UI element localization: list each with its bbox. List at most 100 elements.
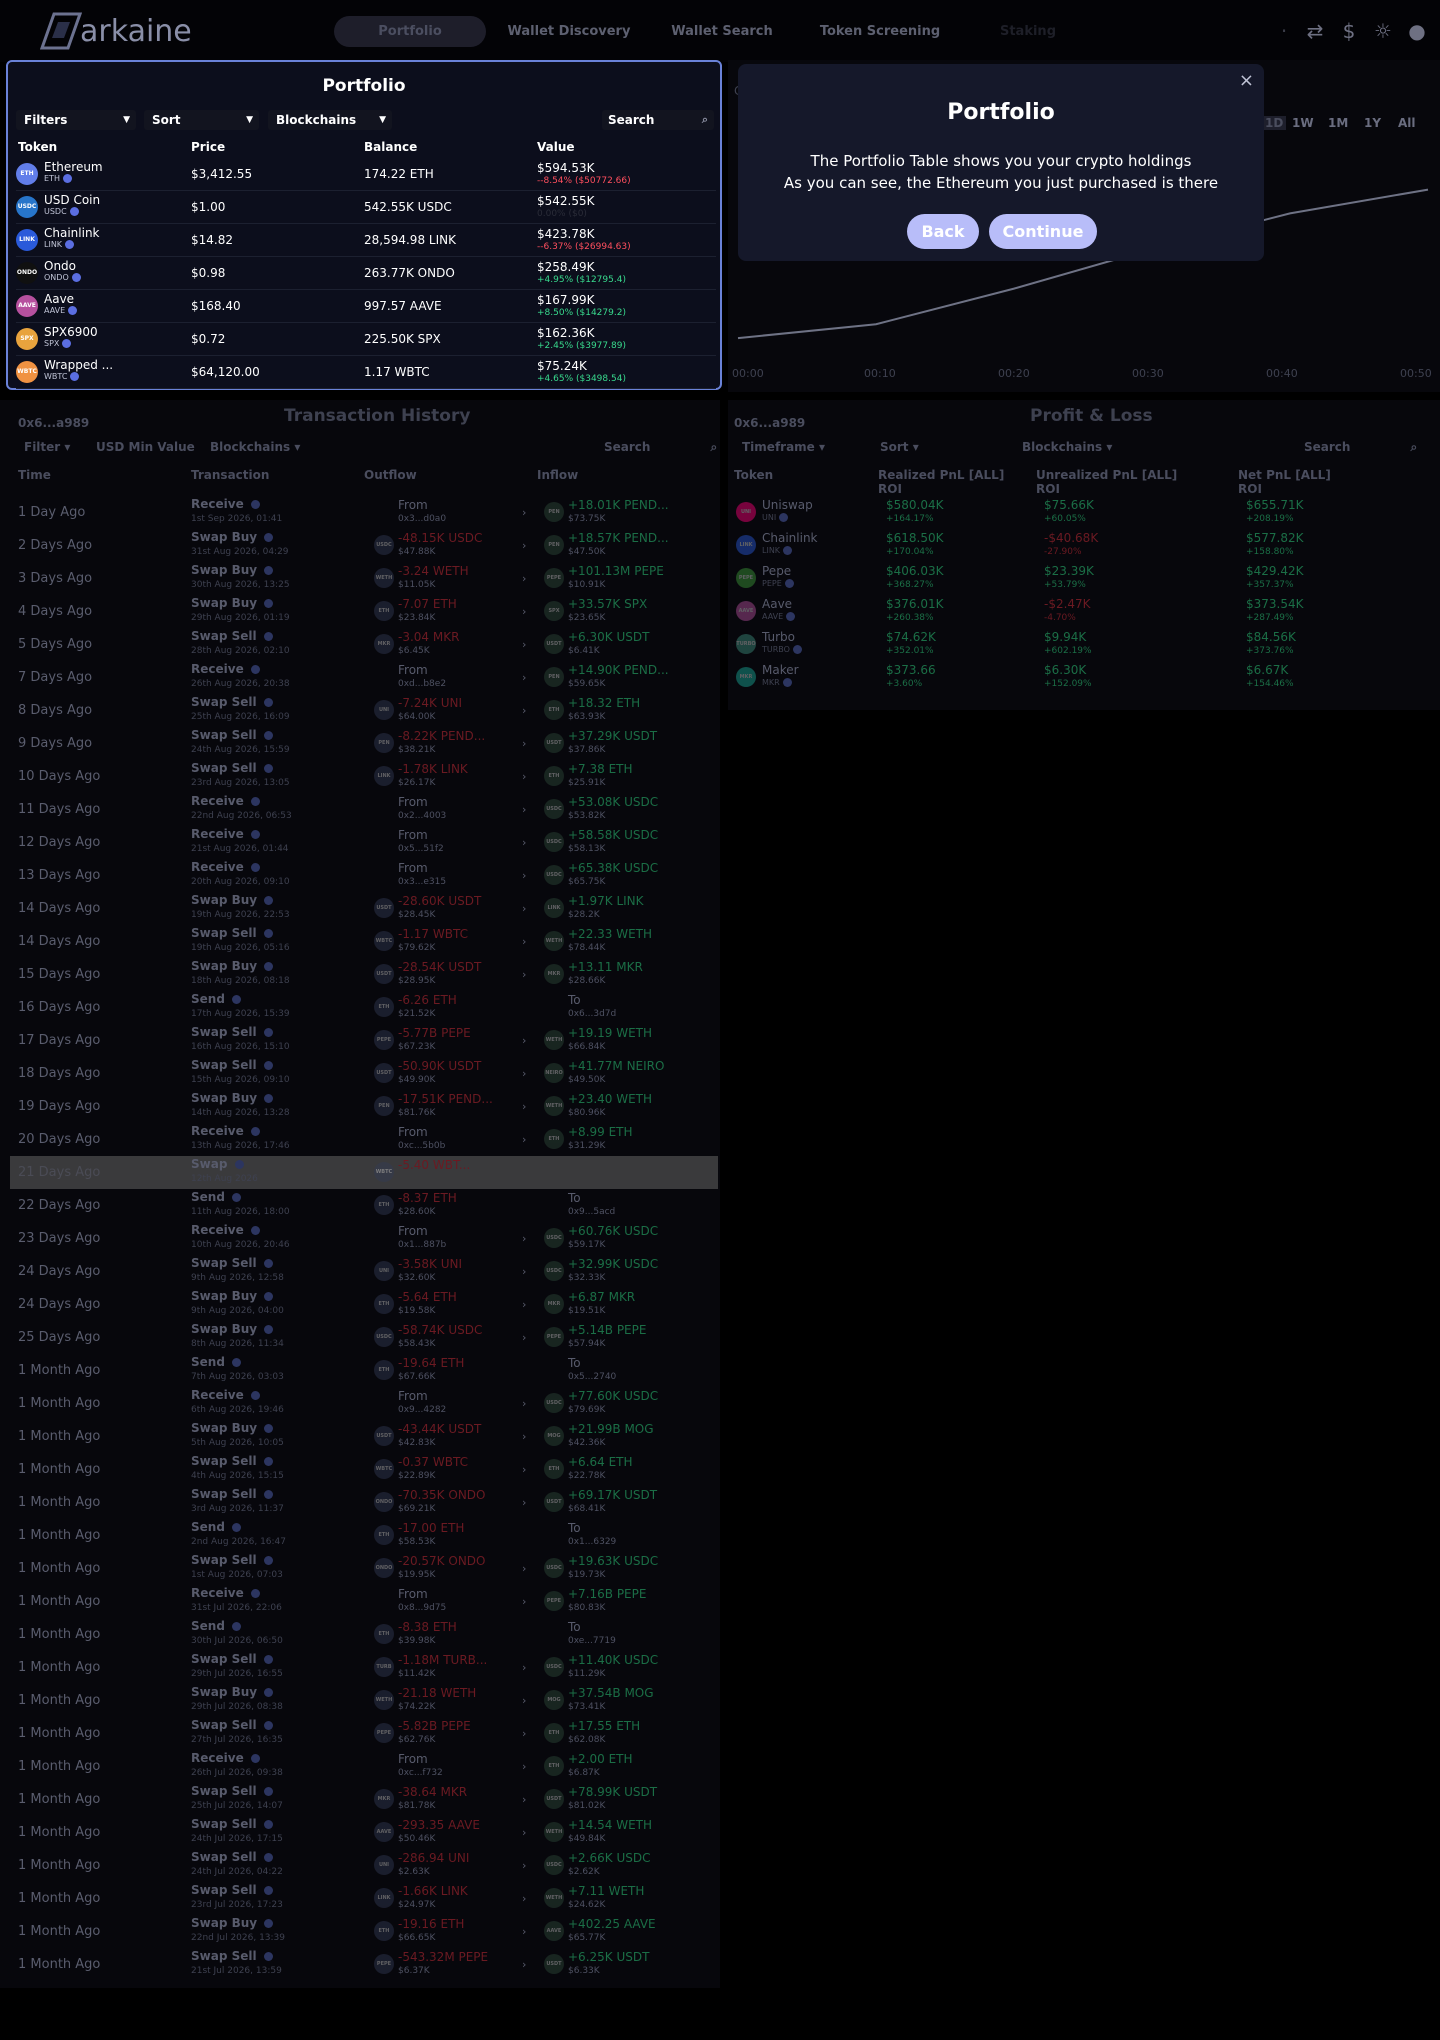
table-row[interactable]: 20 Days Ago Receive 13th Aug 2026, 17:46 F…	[10, 1123, 718, 1156]
portfolio-row[interactable]: SPX SPX6900 SPX $0.72 225.50K SPX $162.36K +2.…	[16, 323, 716, 356]
table-row[interactable]: 11 Days Ago Receive 22nd Aug 2026, 06:53 F…	[10, 793, 718, 826]
table-row[interactable]: 15 Days Ago Swap Buy 18th Aug 2026, 08:18…	[10, 958, 718, 991]
table-row[interactable]: 14 Days Ago Swap Sell 19th Aug 2026, 05:1…	[10, 925, 718, 958]
table-row[interactable]: 18 Days Ago Swap Sell 15th Aug 2026, 09:1…	[10, 1057, 718, 1090]
blockchains-dropdown[interactable]: Blockchains ▾	[210, 440, 300, 454]
pnl-row[interactable]: TURBO Turbo TURBO $74.62K +352.01% $9.94K +602…	[736, 628, 1436, 661]
to-address[interactable]: 0xe...7719	[568, 1636, 616, 1646]
table-row[interactable]: 1 Month Ago Receive 26th Jul 2026, 09:38 F…	[10, 1750, 718, 1783]
table-row[interactable]: 2 Days Ago Swap Buy 31st Aug 2026, 04:29 U…	[10, 529, 718, 562]
table-row[interactable]: 23 Days Ago Receive 10th Aug 2026, 20:46 F…	[10, 1222, 718, 1255]
table-row[interactable]: 1 Month Ago Send 2nd Aug 2026, 16:47 ETH -1…	[10, 1519, 718, 1552]
table-row[interactable]: 14 Days Ago Swap Buy 19th Aug 2026, 22:53…	[10, 892, 718, 925]
filters-dropdown[interactable]: Filters ▼	[16, 110, 136, 130]
table-row[interactable]: 1 Month Ago Receive 6th Aug 2026, 19:46 Fr…	[10, 1387, 718, 1420]
pnl-row[interactable]: LINK Chainlink LINK $618.50K +170.04% -$40.68…	[736, 529, 1436, 562]
portfolio-row[interactable]: WBTC Wrapped ... WBTC $64,120.00 1.17 WBTC $7…	[16, 356, 716, 389]
pnl-row[interactable]: UNI Uniswap UNI $580.04K +164.17% $75.66K +60.…	[736, 496, 1436, 529]
timeframe-1y[interactable]: 1Y	[1364, 116, 1381, 130]
from-address[interactable]: 0x3...d0a0	[398, 514, 446, 524]
from-address[interactable]: 0xc...f732	[398, 1768, 443, 1778]
table-row[interactable]: 12 Days Ago Receive 21st Aug 2026, 01:44 F…	[10, 826, 718, 859]
table-row[interactable]: 1 Month Ago Swap Buy 29th Jul 2026, 08:38…	[10, 1684, 718, 1717]
table-row[interactable]: 1 Month Ago Swap Sell 24th Jul 2026, 04:2…	[10, 1849, 718, 1882]
sun-icon[interactable]: ☼	[1368, 16, 1398, 46]
from-address[interactable]: 0x9...4282	[398, 1405, 446, 1415]
wallet-address[interactable]: 0x6...a989	[734, 416, 805, 430]
wallet-address[interactable]: 0x6...a989	[18, 416, 89, 430]
table-row[interactable]: 24 Days Ago Swap Sell 9th Aug 2026, 12:58…	[10, 1255, 718, 1288]
table-row[interactable]: 1 Month Ago Swap Sell 27th Jul 2026, 16:3…	[10, 1717, 718, 1750]
table-row[interactable]: 8 Days Ago Swap Sell 25th Aug 2026, 16:09…	[10, 694, 718, 727]
dollar-icon[interactable]: $	[1334, 16, 1364, 46]
blockchains-dropdown[interactable]: Blockchains ▼	[268, 110, 392, 130]
from-address[interactable]: 0x3...e315	[398, 877, 446, 887]
tab-wallet-discovery[interactable]: Wallet Discovery	[494, 16, 644, 47]
swap-icon[interactable]: ⇄	[1300, 16, 1330, 46]
from-address[interactable]: 0xd...b8e2	[398, 679, 446, 689]
continue-button[interactable]: Continue	[989, 214, 1097, 249]
table-row[interactable]: 1 Month Ago Swap Sell 23rd Jul 2026, 17:2…	[10, 1882, 718, 1915]
from-address[interactable]: 0x1...887b	[398, 1240, 446, 1250]
table-row[interactable]: 7 Days Ago Receive 26th Aug 2026, 20:38 Fr…	[10, 661, 718, 694]
table-row[interactable]: 1 Month Ago Swap Sell 4th Aug 2026, 15:15…	[10, 1453, 718, 1486]
timeframe-1m[interactable]: 1M	[1328, 116, 1348, 130]
table-row[interactable]: 1 Day Ago Receive 1st Sep 2026, 01:41 From…	[10, 496, 718, 529]
table-row[interactable]: 1 Month Ago Swap Sell 29th Jul 2026, 16:5…	[10, 1651, 718, 1684]
portfolio-row[interactable]: LINK Chainlink LINK $14.82 28,594.98 LINK $42…	[16, 224, 716, 257]
table-row[interactable]: 9 Days Ago Swap Sell 24th Aug 2026, 15:59…	[10, 727, 718, 760]
table-row[interactable]: 16 Days Ago Send 17th Aug 2026, 15:39 ETH -…	[10, 991, 718, 1024]
user-icon[interactable]: ●	[1402, 16, 1432, 46]
table-row[interactable]: 5 Days Ago Swap Sell 28th Aug 2026, 02:10…	[10, 628, 718, 661]
table-row[interactable]: 24 Days Ago Swap Buy 9th Aug 2026, 04:00 E…	[10, 1288, 718, 1321]
table-row[interactable]: 1 Month Ago Swap Sell 1st Aug 2026, 07:03…	[10, 1552, 718, 1585]
to-address[interactable]: 0x6...3d7d	[568, 1009, 616, 1019]
tx-search-input[interactable]: Search ⌕	[604, 440, 717, 455]
table-row[interactable]: 19 Days Ago Swap Buy 14th Aug 2026, 13:28…	[10, 1090, 718, 1123]
back-button[interactable]: Back	[907, 214, 979, 249]
table-row[interactable]: 1 Month Ago Swap Sell 25th Jul 2026, 14:0…	[10, 1783, 718, 1816]
table-row[interactable]: 13 Days Ago Receive 20th Aug 2026, 09:10 F…	[10, 859, 718, 892]
tab-portfolio[interactable]: Portfolio	[334, 16, 486, 47]
sort-dropdown[interactable]: Sort ▼	[144, 110, 259, 130]
from-address[interactable]: 0x8...9d75	[398, 1603, 446, 1613]
table-row[interactable]: 1 Month Ago Receive 31st Jul 2026, 22:06 F…	[10, 1585, 718, 1618]
table-row[interactable]: 1 Month Ago Swap Buy 22nd Jul 2026, 13:39…	[10, 1915, 718, 1948]
from-address[interactable]: 0x2...4003	[398, 811, 446, 821]
pnl-search-input[interactable]: Search ⌕	[1304, 440, 1417, 455]
timeframe-dropdown[interactable]: Timeframe ▾	[742, 440, 825, 454]
table-row[interactable]: 10 Days Ago Swap Sell 23rd Aug 2026, 13:0…	[10, 760, 718, 793]
timeframe-all[interactable]: All	[1398, 116, 1416, 130]
tab-token-screening[interactable]: Token Screening	[800, 16, 960, 47]
table-row[interactable]: 21 Days Ago Swap 12th Aug 2026 WBTC -5.40 W…	[10, 1156, 718, 1189]
to-address[interactable]: 0x5...2740	[568, 1372, 616, 1382]
blockchains-dropdown[interactable]: Blockchains ▾	[1022, 440, 1112, 454]
tab-staking[interactable]: Staking	[968, 16, 1088, 47]
usd-min-value-input[interactable]: USD Min Value	[96, 440, 195, 454]
table-row[interactable]: 22 Days Ago Send 11th Aug 2026, 18:00 ETH -…	[10, 1189, 718, 1222]
portfolio-row[interactable]: ETH Ethereum ETH $3,412.55 174.22 ETH $594.53…	[16, 158, 716, 191]
filter-dropdown[interactable]: Filter ▾	[24, 440, 70, 454]
timeframe-1w[interactable]: 1W	[1292, 116, 1314, 130]
tab-wallet-search[interactable]: Wallet Search	[652, 16, 792, 47]
table-row[interactable]: 1 Month Ago Swap Sell 3rd Aug 2026, 11:37…	[10, 1486, 718, 1519]
sort-dropdown[interactable]: Sort ▾	[880, 440, 919, 454]
table-row[interactable]: 4 Days Ago Swap Buy 29th Aug 2026, 01:19 E…	[10, 595, 718, 628]
table-row[interactable]: 25 Days Ago Swap Buy 8th Aug 2026, 11:34 U…	[10, 1321, 718, 1354]
portfolio-row[interactable]: AAVE Aave AAVE $168.40 997.57 AAVE $167.99K +8…	[16, 290, 716, 323]
timeframe-1d[interactable]: 1D	[1262, 116, 1287, 130]
close-icon[interactable]: ×	[1239, 70, 1254, 91]
pnl-row[interactable]: PEPE Pepe PEPE $406.03K +368.27% $23.39K +53.7…	[736, 562, 1436, 595]
portfolio-search-input[interactable]: Search ⌕	[602, 110, 714, 130]
table-row[interactable]: 3 Days Ago Swap Buy 30th Aug 2026, 13:25 W…	[10, 562, 718, 595]
table-row[interactable]: 1 Month Ago Send 7th Aug 2026, 03:03 ETH -1…	[10, 1354, 718, 1387]
to-address[interactable]: 0x1...6329	[568, 1537, 616, 1547]
from-address[interactable]: 0x5...51f2	[398, 844, 444, 854]
portfolio-row[interactable]: ONDO Ondo ONDO $0.98 263.77K ONDO $258.49K +4.…	[16, 257, 716, 290]
table-row[interactable]: 1 Month Ago Swap Sell 24th Jul 2026, 17:1…	[10, 1816, 718, 1849]
portfolio-row[interactable]: USDC USD Coin USDC $1.00 542.55K USDC $542.55…	[16, 191, 716, 224]
table-row[interactable]: 17 Days Ago Swap Sell 16th Aug 2026, 15:1…	[10, 1024, 718, 1057]
to-address[interactable]: 0x9...5acd	[568, 1207, 615, 1217]
from-address[interactable]: 0xc...5b0b	[398, 1141, 445, 1151]
pnl-row[interactable]: AAVE Aave AAVE $376.01K +260.38% -$2.47K -4.70…	[736, 595, 1436, 628]
